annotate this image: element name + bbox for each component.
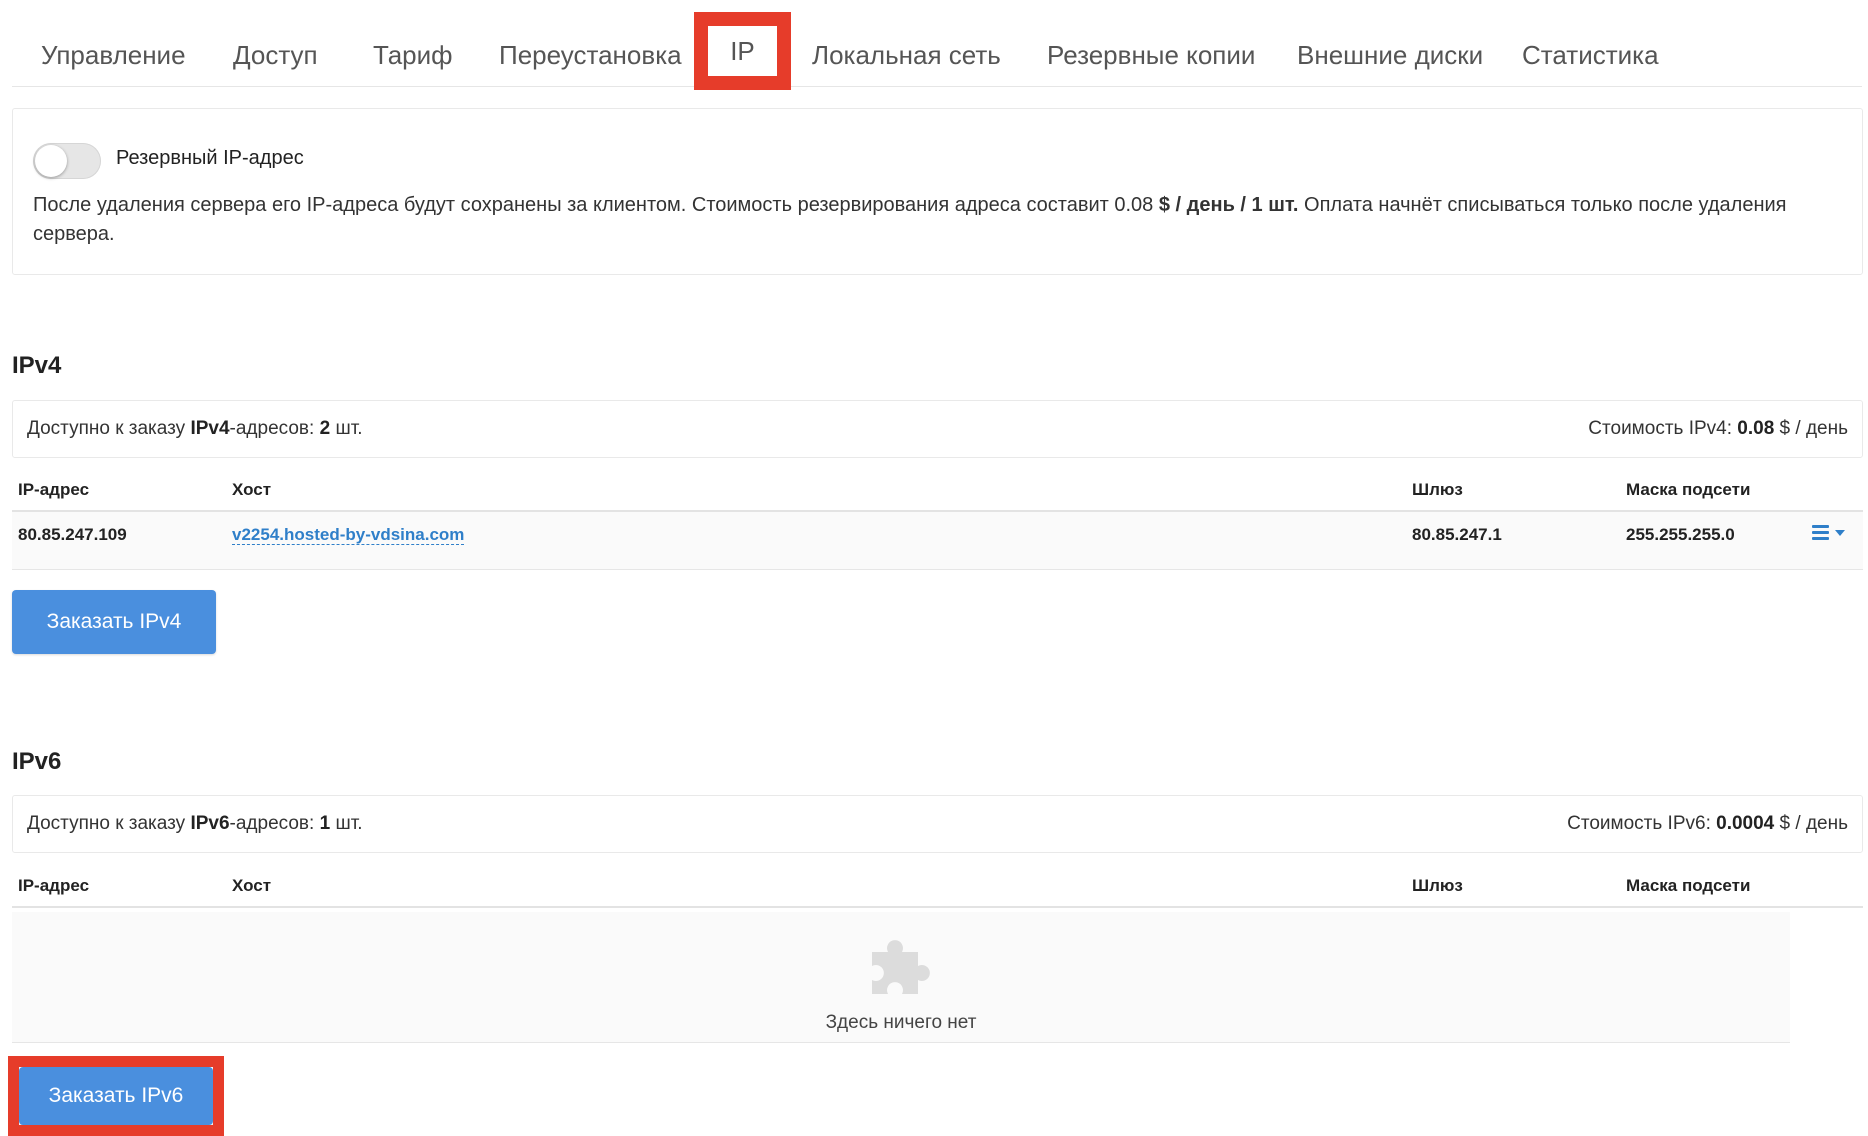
puzzle-icon (872, 940, 930, 994)
ipv4-table-header: IP-адрес Хост Шлюз Маска подсети (12, 470, 1863, 512)
ipv4-info-bar: Доступно к заказу IPv4-адресов: 2 шт. Ст… (12, 400, 1863, 458)
ipv6-info-bar: Доступно к заказу IPv6-адресов: 1 шт. Ст… (12, 795, 1863, 853)
tab-management[interactable]: Управление (41, 40, 186, 71)
row-host-link[interactable]: v2254.hosted-by-vdsina.com (232, 525, 465, 545)
col-mask: Маска подсети (1626, 480, 1751, 499)
tab-ip-label: IP (730, 35, 755, 66)
toggle-knob (35, 145, 67, 177)
col-mask: Маска подсети (1626, 876, 1751, 895)
col-host: Хост (232, 480, 272, 499)
row-ip: 80.85.247.109 (18, 525, 127, 544)
tab-external-disks[interactable]: Внешние диски (1297, 40, 1483, 71)
tab-tariff[interactable]: Тариф (373, 40, 453, 71)
ipv6-title: IPv6 (12, 748, 62, 775)
tab-ip[interactable]: IP (694, 12, 791, 90)
ipv4-title: IPv4 (12, 352, 62, 379)
col-host: Хост (232, 876, 272, 895)
order-ipv6-highlight (8, 1056, 224, 1136)
col-gateway: Шлюз (1412, 876, 1463, 895)
row-gateway: 80.85.247.1 (1412, 525, 1502, 544)
ipv4-available: Доступно к заказу IPv4-адресов: 2 шт. (27, 418, 363, 439)
chevron-down-icon (1835, 529, 1845, 536)
reserve-desc-price: $ / день / 1 шт. (1158, 194, 1299, 216)
order-ipv4-button[interactable]: Заказать IPv4 (12, 590, 216, 654)
col-ip: IP-адрес (18, 480, 90, 499)
tab-reinstall[interactable]: Переустановка (499, 40, 682, 71)
reserve-ip-toggle[interactable] (33, 143, 101, 179)
row-mask: 255.255.255.0 (1626, 525, 1735, 544)
row-actions-menu-button[interactable] (1812, 525, 1845, 540)
ipv6-available: Доступно к заказу IPv6-адресов: 1 шт. (27, 813, 363, 834)
tab-bar: Управление Доступ Тариф Переустановка Ло… (12, 0, 1862, 87)
tab-local-network[interactable]: Локальная сеть (812, 40, 1001, 71)
reserve-ip-description: После удаления сервера его IP-адреса буд… (33, 191, 1843, 249)
tab-statistics[interactable]: Статистика (1522, 40, 1659, 71)
reserve-ip-toggle-label: Резервный IP-адрес (116, 147, 304, 169)
ipv4-price: Стоимость IPv4: 0.08 $ / день (1588, 418, 1848, 439)
col-ip: IP-адрес (18, 876, 90, 895)
menu-icon (1812, 525, 1829, 540)
ipv6-table-header: IP-адрес Хост Шлюз Маска подсети (12, 866, 1863, 908)
tab-access[interactable]: Доступ (233, 40, 318, 71)
reserve-ip-panel: Резервный IP-адрес После удаления сервер… (12, 108, 1863, 275)
ipv6-empty-text: Здесь ничего нет (825, 1012, 977, 1033)
tab-backups[interactable]: Резервные копии (1047, 40, 1255, 71)
table-row: 80.85.247.109 v2254.hosted-by-vdsina.com… (12, 512, 1863, 570)
ipv6-empty-state: Здесь ничего нет (12, 912, 1790, 1043)
col-gateway: Шлюз (1412, 480, 1463, 499)
reserve-desc-text: После удаления сервера его IP-адреса буд… (33, 194, 1154, 216)
ipv6-price: Стоимость IPv6: 0.0004 $ / день (1567, 813, 1848, 834)
